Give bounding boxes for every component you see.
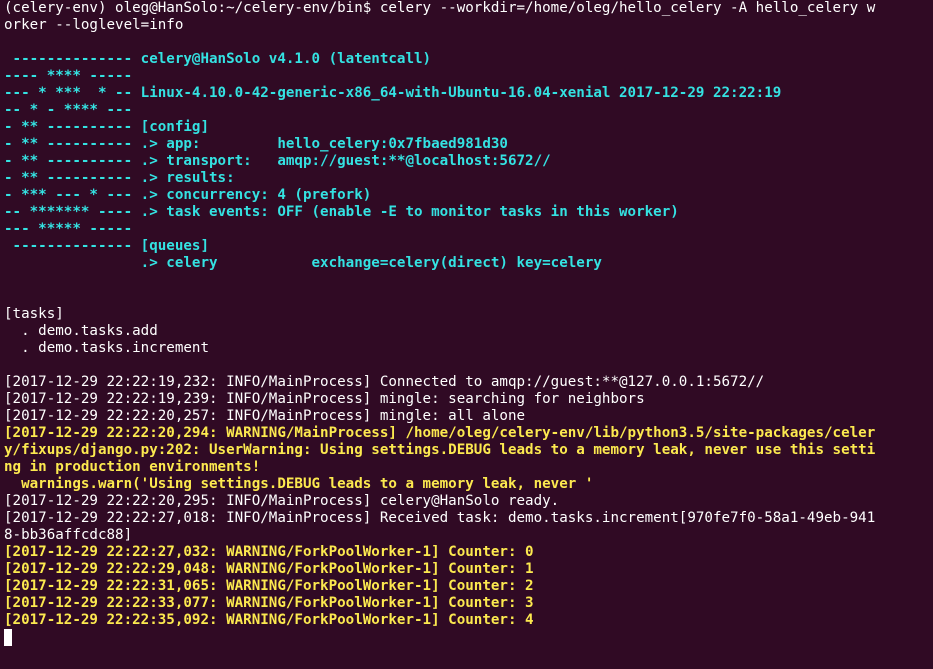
terminal-line: --- ***** -----: [4, 221, 133, 237]
terminal-line: - ** ---------- .> results:: [4, 170, 235, 186]
terminal-window[interactable]: (celery-env) oleg@HanSolo:~/celery-env/b…: [0, 0, 933, 669]
terminal-line: . demo.tasks.add: [4, 323, 158, 339]
terminal-line: [2017-12-29 22:22:20,257: INFO/MainProce…: [4, 408, 526, 424]
terminal-output: (celery-env) oleg@HanSolo:~/celery-env/b…: [4, 0, 933, 629]
terminal-prompt-line[interactable]: [4, 629, 933, 646]
terminal-line: .> celery exchange=celery(direct) key=ce…: [4, 255, 602, 271]
terminal-line: [2017-12-29 22:22:20,294: WARNING/MainPr…: [4, 425, 876, 441]
terminal-line: -- ******* ---- .> task events: OFF (ena…: [4, 204, 679, 220]
terminal-line: ng in production environments!: [4, 459, 261, 475]
terminal-line: (celery-env) oleg@HanSolo:~/celery-env/b…: [4, 0, 876, 16]
terminal-line: [2017-12-29 22:22:35,092: WARNING/ForkPo…: [4, 612, 534, 628]
terminal-line: --- * *** * -- Linux-4.10.0-42-generic-x…: [4, 85, 782, 101]
terminal-line: [2017-12-29 22:22:29,048: WARNING/ForkPo…: [4, 561, 534, 577]
terminal-line: [2017-12-29 22:22:27,018: INFO/MainProce…: [4, 510, 876, 526]
text-cursor: [4, 629, 12, 646]
terminal-line: [2017-12-29 22:22:33,077: WARNING/ForkPo…: [4, 595, 534, 611]
terminal-line: - ** ---------- [config]: [4, 119, 209, 135]
terminal-line: [2017-12-29 22:22:19,232: INFO/MainProce…: [4, 374, 765, 390]
terminal-line: y/fixups/django.py:202: UserWarning: Usi…: [4, 442, 876, 458]
terminal-line: . demo.tasks.increment: [4, 340, 209, 356]
terminal-line: warnings.warn('Using settings.DEBUG lead…: [4, 476, 594, 492]
terminal-line: - ** ---------- .> app: hello_celery:0x7…: [4, 136, 508, 152]
terminal-line: -------------- celery@HanSolo v4.1.0 (la…: [4, 51, 432, 67]
terminal-line: ---- **** -----: [4, 68, 133, 84]
terminal-line: -------------- [queues]: [4, 238, 209, 254]
terminal-line: - ** ---------- .> transport: amqp://gue…: [4, 153, 551, 169]
terminal-line: [2017-12-29 22:22:19,239: INFO/MainProce…: [4, 391, 645, 407]
terminal-line: orker --loglevel=info: [4, 17, 184, 33]
terminal-line: - *** --- * --- .> concurrency: 4 (prefo…: [4, 187, 372, 203]
terminal-line: [tasks]: [4, 306, 64, 322]
terminal-line: -- * - **** ---: [4, 102, 133, 118]
terminal-line: [2017-12-29 22:22:27,032: WARNING/ForkPo…: [4, 544, 534, 560]
terminal-line: [2017-12-29 22:22:20,295: INFO/MainProce…: [4, 493, 560, 509]
terminal-line: [2017-12-29 22:22:31,065: WARNING/ForkPo…: [4, 578, 534, 594]
terminal-line: 8-bb36affcdc88]: [4, 527, 133, 543]
